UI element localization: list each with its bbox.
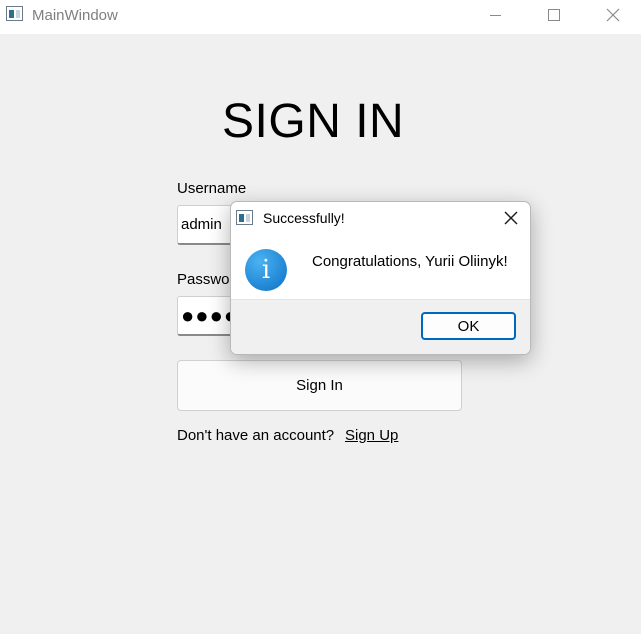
username-label: Username xyxy=(177,180,247,197)
minimize-button[interactable] xyxy=(472,0,518,30)
minimize-icon xyxy=(489,14,501,16)
info-icon: i xyxy=(245,249,287,291)
dialog-message: Congratulations, Yurii Oliinyk! xyxy=(312,253,508,270)
window-titlebar: MainWindow xyxy=(0,0,641,34)
message-dialog: Successfully! i Congratulations, Yurii O… xyxy=(230,201,531,355)
dialog-title: Successfully! xyxy=(263,210,345,226)
app-window-icon xyxy=(6,6,23,21)
dialog-footer: OK xyxy=(231,299,530,354)
maximize-button[interactable] xyxy=(531,0,577,30)
no-account-text: Don't have an account? xyxy=(177,427,335,444)
dialog-close-button[interactable] xyxy=(499,206,523,230)
close-window-button[interactable] xyxy=(590,0,636,30)
page-title: SIGN IN xyxy=(222,95,405,148)
ok-button[interactable]: OK xyxy=(421,312,516,340)
window-title: MainWindow xyxy=(32,7,118,24)
sign-up-link[interactable]: Sign Up xyxy=(345,427,398,444)
dialog-app-icon xyxy=(236,210,253,225)
maximize-icon xyxy=(548,9,560,21)
sign-in-button[interactable]: Sign In xyxy=(177,360,462,411)
close-icon xyxy=(504,211,518,225)
close-icon xyxy=(606,8,620,22)
